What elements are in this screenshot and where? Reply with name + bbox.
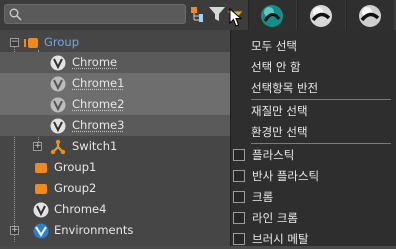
checkbox[interactable] — [233, 191, 245, 203]
material-preview-tab-3[interactable] — [346, 0, 394, 30]
menu-item-label: 크롬 — [252, 190, 274, 204]
search-input[interactable] — [4, 4, 186, 24]
menu-item-label: 브러시 메탈 — [252, 232, 309, 246]
checkbox[interactable] — [233, 149, 245, 161]
menu-item-chrome[interactable]: 크롬 — [231, 186, 396, 207]
menu-item-select-environments[interactable]: 환경만 선택 — [231, 121, 396, 142]
search-icon — [9, 8, 22, 21]
menu-item-select-materials[interactable]: 재질만 선택 — [231, 100, 396, 121]
menu-item-label: 재질만 선택 — [251, 104, 308, 118]
tree-row-label: Environments — [54, 223, 134, 237]
tree-row-switch1[interactable]: + Switch1 — [0, 136, 230, 157]
switch-icon — [50, 139, 66, 155]
tree-row-chrome2[interactable]: Chrome2 — [0, 94, 230, 115]
hierarchy-filter-icon[interactable] — [190, 5, 208, 23]
menu-item-label: 모두 선택 — [251, 39, 297, 53]
menu-item-plastic[interactable]: 플라스틱 — [231, 144, 396, 165]
material-v-icon — [50, 118, 66, 134]
tree-row-label: Switch1 — [72, 139, 118, 153]
mouse-cursor-icon — [229, 8, 243, 27]
tree-row-chrome4[interactable]: Chrome4 — [0, 199, 230, 220]
material-v-icon — [50, 97, 66, 113]
tree-row-label: Chrome3 — [72, 118, 125, 132]
menu-item-select-none[interactable]: 선택 안 함 — [231, 56, 396, 77]
scene-tree: − Group Chrome Chrome1 Chrome2 Chrome3 +… — [0, 30, 230, 246]
menu-item-label: 선택 안 함 — [251, 60, 301, 74]
tree-row-chrome1[interactable]: Chrome1 — [0, 73, 230, 94]
tree-row-label: Chrome — [72, 55, 118, 69]
material-v-icon — [33, 202, 49, 218]
collapse-icon[interactable]: − — [10, 38, 19, 47]
tree-row-label: Chrome4 — [54, 202, 107, 216]
tree-row-label: Group2 — [54, 181, 97, 195]
group-icon — [24, 38, 38, 48]
tree-row-group2[interactable]: Group2 — [0, 178, 230, 199]
expand-icon[interactable]: + — [10, 226, 19, 235]
material-preview-tab-2[interactable] — [297, 0, 345, 30]
toolbar — [0, 0, 396, 30]
checkbox[interactable] — [233, 212, 245, 224]
filter-icon[interactable] — [208, 5, 226, 23]
menu-item-label: 반사 플라스틱 — [252, 169, 320, 183]
expand-icon[interactable]: + — [33, 142, 42, 151]
tree-row-environments[interactable]: + Environments — [0, 220, 230, 241]
tree-row-label: Chrome1 — [72, 76, 125, 90]
tree-row-chrome[interactable]: Chrome — [0, 52, 230, 73]
tree-row-group[interactable]: − Group — [0, 32, 230, 53]
menu-item-label: 선택항목 반전 — [251, 81, 319, 95]
group-icon — [35, 184, 47, 194]
menu-item-line-chrome[interactable]: 라인 크롬 — [231, 207, 396, 228]
material-v-icon — [50, 55, 66, 71]
group-icon — [35, 163, 47, 173]
tree-row-label: Group1 — [54, 160, 97, 174]
menu-item-label: 환경만 선택 — [251, 125, 308, 139]
material-preview-tab-1[interactable] — [248, 0, 296, 30]
menu-item-label: 라인 크롬 — [252, 211, 298, 225]
menu-item-invert-selection[interactable]: 선택항목 반전 — [231, 77, 396, 98]
teal-sphere-icon — [261, 5, 283, 27]
checkbox[interactable] — [233, 233, 245, 245]
chrome-sphere-icon — [310, 5, 332, 27]
tree-row-group1[interactable]: Group1 — [0, 157, 230, 178]
menu-item-label: 플라스틱 — [252, 148, 295, 162]
chrome-sphere-icon — [359, 5, 381, 27]
filter-context-menu: 모두 선택 선택 안 함 선택항목 반전 재질만 선택 환경만 선택 플라스틱 … — [230, 30, 396, 246]
tree-row-label: Chrome2 — [72, 97, 125, 111]
menu-item-reflective-plastic[interactable]: 반사 플라스틱 — [231, 165, 396, 186]
material-v-icon — [50, 76, 66, 92]
tree-row-chrome3[interactable]: Chrome3 — [0, 115, 230, 136]
material-preview-tabs — [248, 0, 396, 30]
checkbox[interactable] — [233, 170, 245, 182]
environment-icon — [33, 223, 49, 239]
menu-item-select-all[interactable]: 모두 선택 — [231, 35, 396, 56]
tree-row-label: Group — [44, 35, 80, 49]
